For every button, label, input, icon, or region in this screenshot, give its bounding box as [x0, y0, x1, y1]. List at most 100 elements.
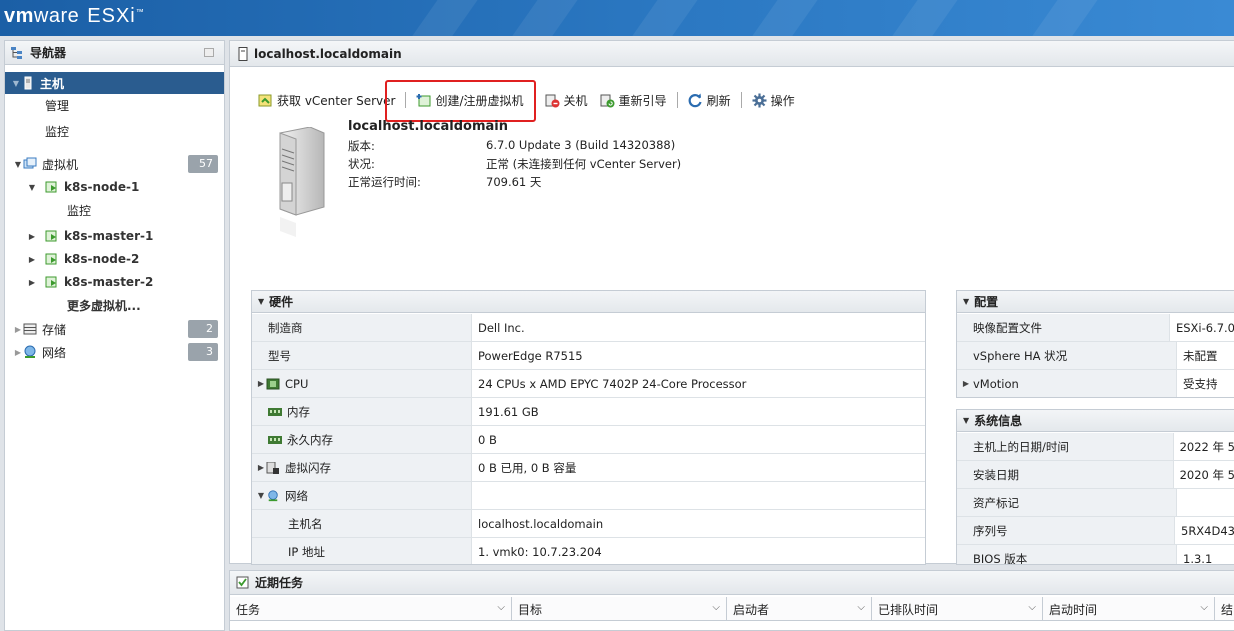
- reboot-button[interactable]: 重新引导: [594, 92, 673, 109]
- nav-item-vms[interactable]: ▼ 虚拟机 57: [5, 153, 224, 175]
- chevron-right-icon[interactable]: ▶: [256, 379, 266, 388]
- chevron-down-icon[interactable]: ⌵: [497, 602, 505, 613]
- main-header: localhost.localdomain: [230, 41, 1234, 67]
- top-banner: vmware ESXi™: [0, 0, 1234, 36]
- table-row[interactable]: ▼ 网络: [252, 482, 925, 510]
- tasks-column-headers: 任务 ⌵ 目标 ⌵ 启动者 ⌵ 已排队时间 ⌵ 启动时间 ⌵ 结: [230, 597, 1234, 621]
- hardware-header[interactable]: ▼ 硬件: [252, 291, 925, 313]
- vm-running-icon: [45, 181, 57, 193]
- vcenter-icon: [258, 94, 272, 106]
- configuration-portlet: ▼ 配置 映像配置文件 ESXi-6.7.0 vSphere HA 状况 未配置 ▶ v…: [956, 290, 1234, 398]
- chevron-right-icon[interactable]: ▶: [13, 348, 23, 357]
- version-value: 6.7.0 Update 3 (Build 14320388): [486, 138, 676, 152]
- hardware-portlet: ▼ 硬件 制造商 Dell Inc. 型号 PowerEdge R7515 ▶ CPU 2…: [251, 290, 926, 565]
- vm-group-icon: [23, 157, 37, 169]
- table-row: BIOS 版本 1.3.1: [957, 545, 1234, 564]
- network-icon: [268, 489, 278, 501]
- nav-item-k8s-node-1[interactable]: ▼ k8s-node-1: [5, 176, 224, 198]
- gear-icon: [752, 93, 767, 107]
- vm-running-icon: [45, 276, 57, 288]
- navigator-panel: 导航器 ▼ 主机 管理 监控 ▼ 虚拟机 57 ▼ k8s-node-1 监控 …: [4, 40, 225, 631]
- status-value: 正常 (未连接到任何 vCenter Server): [486, 157, 682, 171]
- vm-count-badge: 57: [188, 155, 218, 173]
- table-row: 映像配置文件 ESXi-6.7.0: [957, 314, 1234, 342]
- chevron-down-icon[interactable]: ⌵: [712, 602, 720, 613]
- chevron-down-icon[interactable]: ⌵: [1028, 602, 1036, 613]
- host-icon: [24, 76, 32, 90]
- table-row: 主机名 localhost.localdomain: [252, 510, 925, 538]
- table-row: 内存 191.61 GB: [252, 398, 925, 426]
- minimize-icon[interactable]: [204, 48, 214, 57]
- column-start-time[interactable]: 启动时间 ⌵: [1043, 597, 1215, 621]
- actions-button[interactable]: 操作: [746, 92, 801, 109]
- nav-item-k8s-master-2[interactable]: ▶ k8s-master-2: [5, 271, 224, 293]
- nav-item-host[interactable]: ▼ 主机: [5, 72, 224, 94]
- column-result[interactable]: 结: [1215, 597, 1234, 621]
- network-count-badge: 3: [188, 343, 218, 361]
- chevron-down-icon[interactable]: ▼: [258, 297, 264, 306]
- highlight-box: [385, 80, 536, 122]
- chevron-down-icon[interactable]: ⌵: [1200, 602, 1208, 613]
- chevron-down-icon[interactable]: ▼: [256, 491, 266, 500]
- table-row: 序列号 5RX4D43: [957, 517, 1234, 545]
- chevron-down-icon[interactable]: ▼: [13, 160, 23, 169]
- network-icon: [24, 345, 36, 358]
- vm-running-icon: [45, 230, 57, 242]
- host-main-panel: localhost.localdomain 获取 vCenter Server …: [229, 40, 1234, 565]
- server-image: [279, 127, 325, 237]
- recent-tasks-panel: 近期任务 任务 ⌵ 目标 ⌵ 启动者 ⌵ 已排队时间 ⌵ 启动时间 ⌵ 结: [229, 570, 1234, 631]
- reboot-icon: [600, 94, 615, 107]
- memory-icon: [268, 407, 282, 416]
- uptime-value: 709.61 天: [486, 175, 542, 189]
- version-label: 版本:: [348, 139, 375, 153]
- nav-item-storage[interactable]: ▶ 存储 2: [5, 318, 224, 340]
- table-row: 主机上的日期/时间 2022 年 5: [957, 433, 1234, 461]
- column-target[interactable]: 目标 ⌵: [512, 597, 727, 621]
- chevron-right-icon[interactable]: ▶: [27, 255, 37, 264]
- column-task[interactable]: 任务 ⌵: [230, 597, 512, 621]
- vmware-esxi-logo: vmware ESXi™: [4, 5, 145, 27]
- nav-item-vm-monitor[interactable]: 监控: [5, 199, 224, 221]
- memory-icon: [268, 435, 282, 444]
- table-row: 永久内存 0 B: [252, 426, 925, 454]
- column-initiator[interactable]: 启动者 ⌵: [727, 597, 872, 621]
- nav-item-k8s-node-2[interactable]: ▶ k8s-node-2: [5, 248, 224, 270]
- chevron-right-icon[interactable]: ▶: [27, 278, 37, 287]
- table-row[interactable]: ▶ 虚拟闪存 0 B 已用, 0 B 容量: [252, 454, 925, 482]
- nav-item-monitor[interactable]: 监控: [5, 120, 224, 142]
- nav-item-k8s-master-1[interactable]: ▶ k8s-master-1: [5, 225, 224, 247]
- column-queued-time[interactable]: 已排队时间 ⌵: [872, 597, 1043, 621]
- chevron-down-icon[interactable]: ▼: [963, 416, 969, 425]
- nav-item-network[interactable]: ▶ 网络 3: [5, 341, 224, 363]
- shutdown-button[interactable]: 关机: [539, 92, 594, 109]
- storage-icon: [23, 323, 37, 335]
- recent-tasks-header: 近期任务: [230, 571, 1234, 595]
- table-row: IP 地址 1. vmk0: 10.7.23.204: [252, 538, 925, 564]
- chevron-right-icon[interactable]: ▶: [256, 463, 266, 472]
- cpu-icon: [266, 378, 280, 389]
- navigator-icon: [11, 46, 22, 59]
- system-info-header[interactable]: ▼ 系统信息: [957, 410, 1234, 432]
- chevron-down-icon[interactable]: ⌵: [857, 602, 865, 613]
- table-row: vSphere HA 状况 未配置: [957, 342, 1234, 370]
- vm-running-icon: [45, 253, 57, 265]
- chevron-right-icon[interactable]: ▶: [27, 232, 37, 241]
- chevron-down-icon[interactable]: ▼: [963, 297, 969, 306]
- storage-count-badge: 2: [188, 320, 218, 338]
- chevron-right-icon[interactable]: ▶: [961, 379, 971, 388]
- get-vcenter-button[interactable]: 获取 vCenter Server: [252, 92, 401, 109]
- configuration-header[interactable]: ▼ 配置: [957, 291, 1234, 313]
- nav-item-more-vms[interactable]: 更多虚拟机...: [5, 294, 224, 316]
- nav-item-manage[interactable]: 管理: [5, 94, 224, 116]
- refresh-button[interactable]: 刷新: [682, 92, 737, 109]
- flash-icon: [266, 461, 279, 474]
- table-row[interactable]: ▶ CPU 24 CPUs x AMD EPYC 7402P 24-Core Pro…: [252, 370, 925, 398]
- chevron-down-icon[interactable]: ▼: [27, 183, 37, 192]
- chevron-right-icon[interactable]: ▶: [13, 325, 23, 334]
- power-off-icon: [545, 94, 560, 107]
- system-info-portlet: ▼ 系统信息 主机上的日期/时间 2022 年 5 安装日期 2020 年 5 资产标…: [956, 409, 1234, 565]
- refresh-icon: [688, 93, 702, 107]
- status-label: 状况:: [348, 157, 375, 171]
- table-row[interactable]: ▶ vMotion 受支持: [957, 370, 1234, 397]
- chevron-down-icon[interactable]: ▼: [11, 79, 21, 88]
